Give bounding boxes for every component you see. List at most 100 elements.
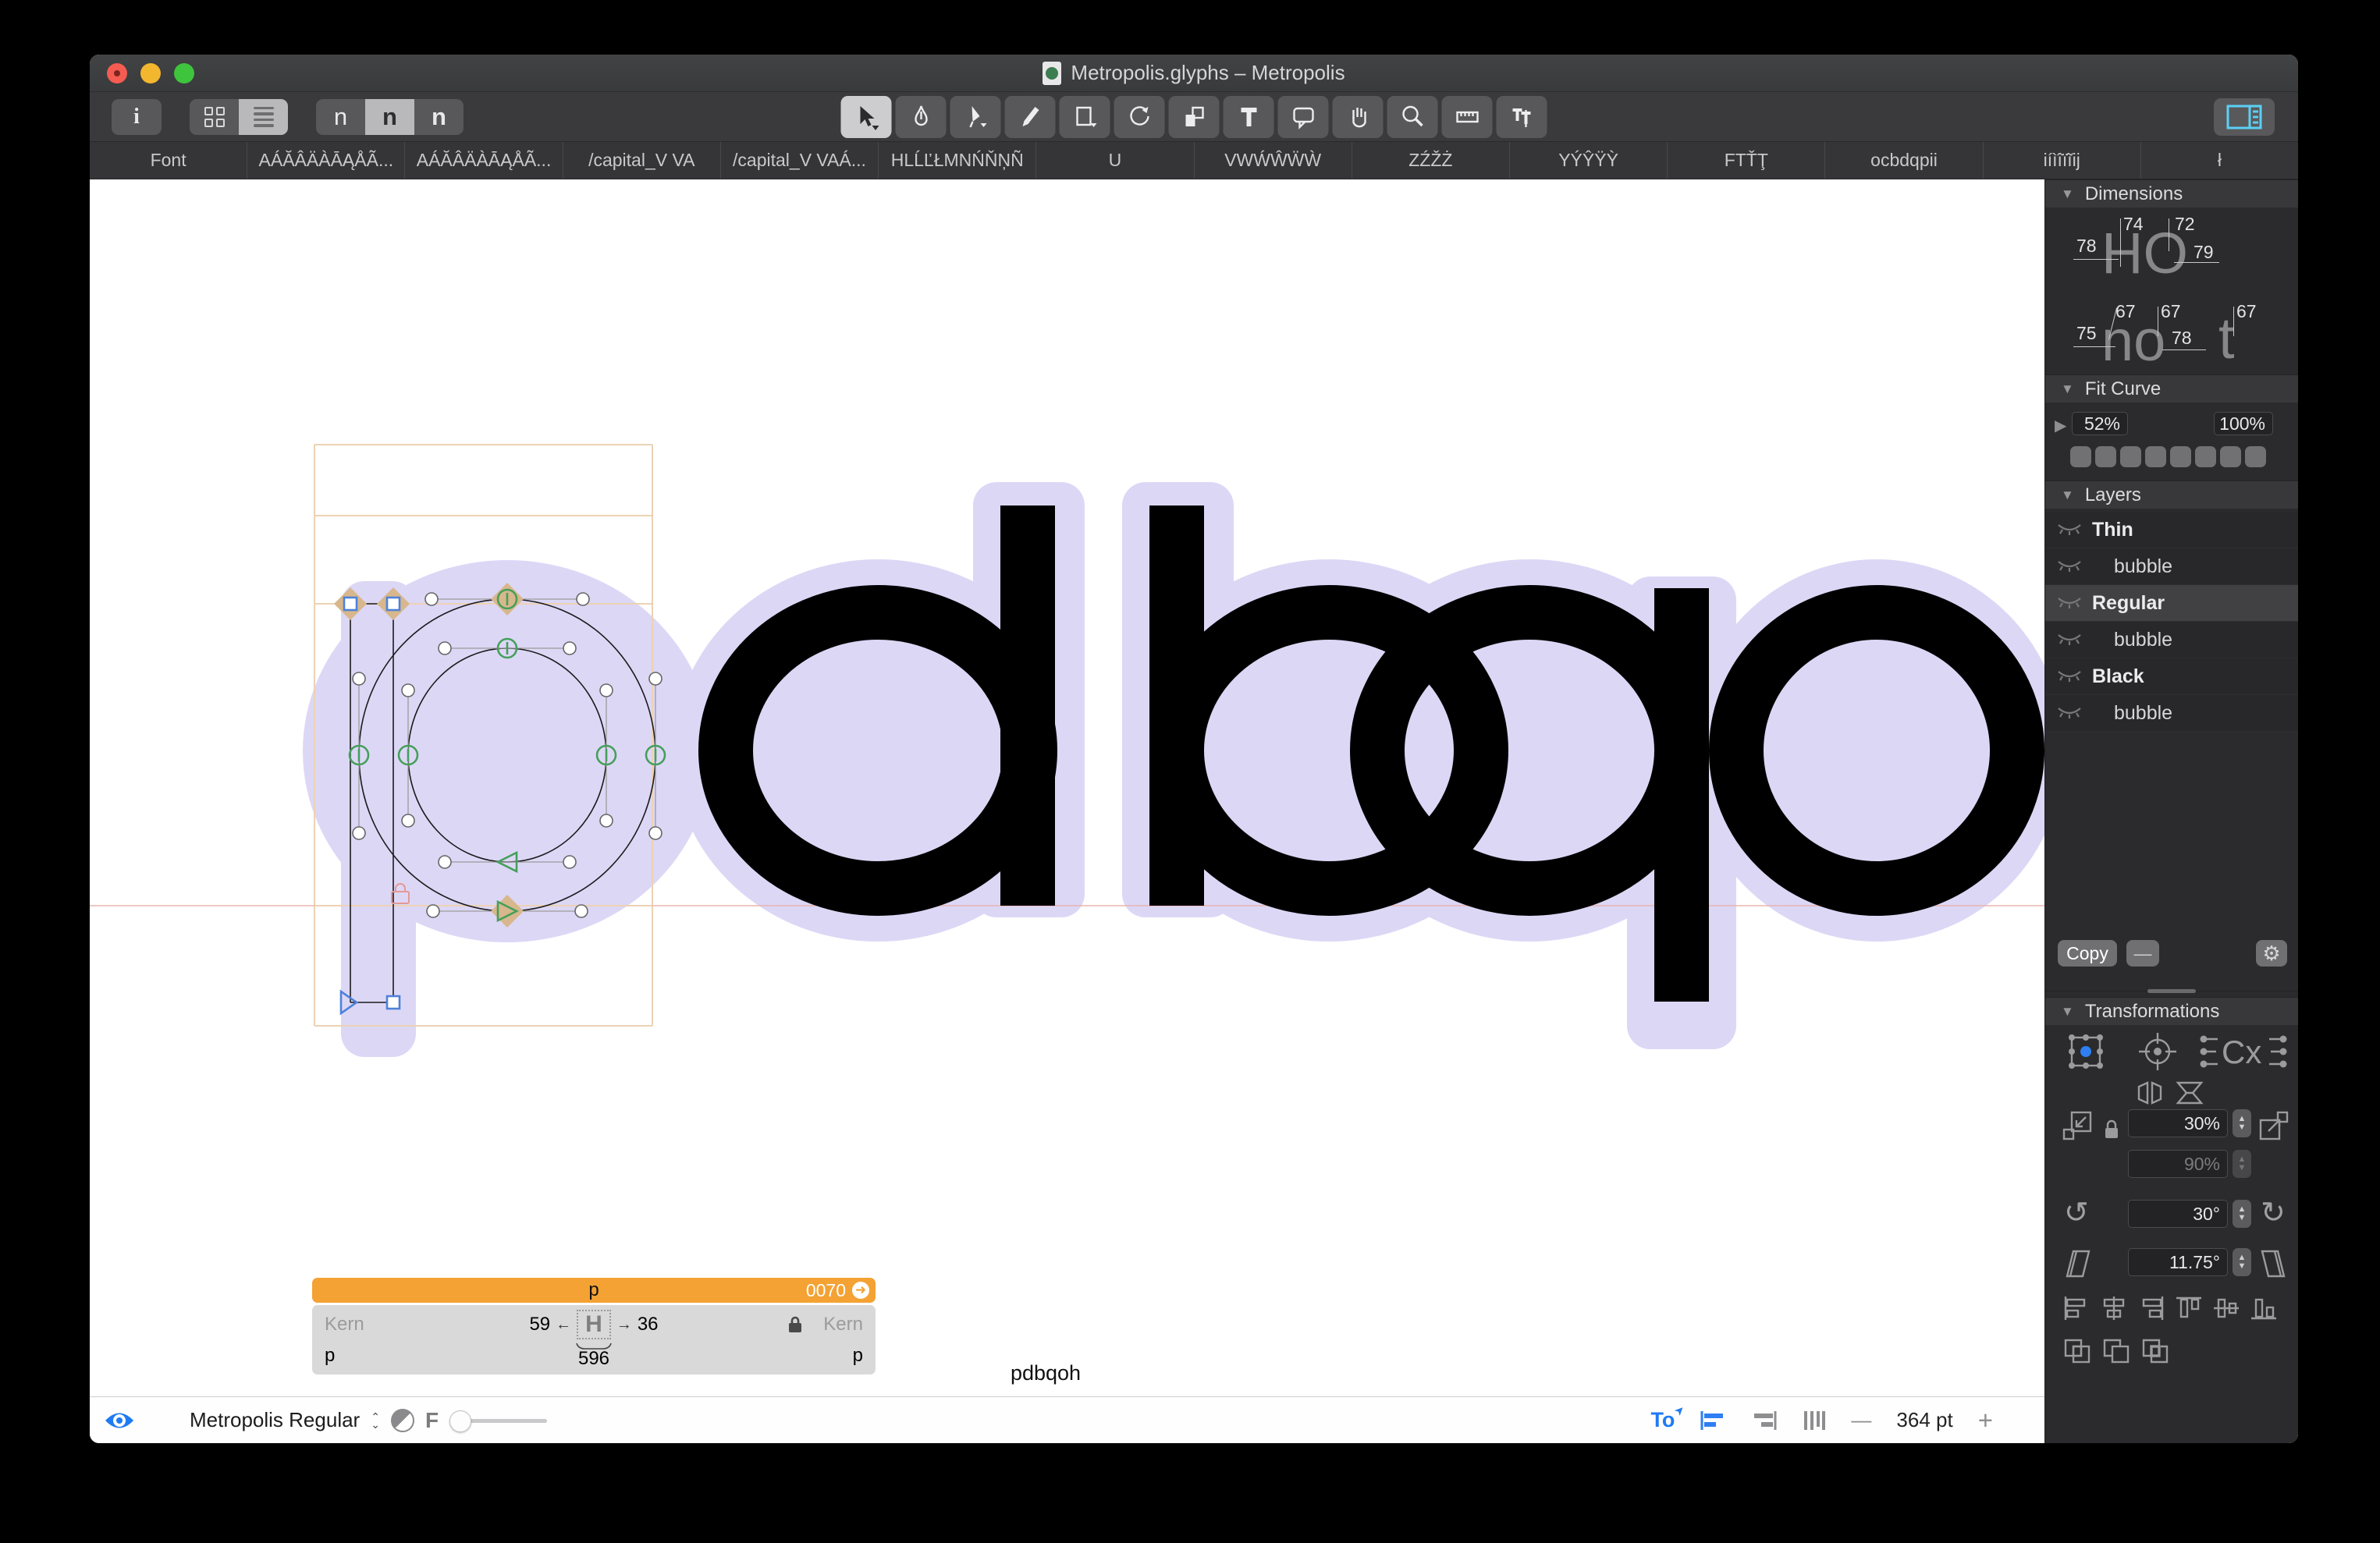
font-info-button[interactable]: i [112,99,162,135]
layer-settings-button[interactable]: ⚙ [2256,940,2287,967]
layer-row-bubble-thin[interactable]: bubble [2045,548,2298,585]
tab-i-diacritics[interactable]: iíìîïĩij [1984,142,2141,179]
disclosure-triangle-icon[interactable]: ▼ [2061,186,2074,202]
close-button[interactable] [107,63,127,83]
weight-thin-button[interactable]: n [316,99,365,135]
tab-capital-v-va[interactable]: /capital_V VA [563,142,721,179]
tab-hlmn[interactable]: HLĹĽŁMNŃŇŅÑ [879,142,1036,179]
scale-y-stepper[interactable]: ▲▼ [2233,1150,2251,1178]
tab-y[interactable]: YÝŶŸỲ [1510,142,1668,179]
fit-curve-step-button[interactable] [2220,446,2241,467]
tab-font[interactable]: Font [90,142,247,179]
path-union-button[interactable] [2062,1337,2092,1369]
annotation-tool-button[interactable] [1278,96,1329,138]
eye-closed-icon[interactable] [2056,519,2083,541]
align-top-edges-button[interactable] [2175,1295,2203,1325]
fit-curve-step-button[interactable] [2245,446,2266,467]
fit-curve-step-button[interactable] [2170,446,2191,467]
zoom-value[interactable]: 364 pt [1896,1408,1952,1432]
glyph-info-header[interactable]: p 0070 ➜ [312,1278,876,1303]
tab-vw[interactable]: VWẂŴẄẀ [1195,142,1352,179]
eye-closed-icon[interactable] [2056,555,2083,578]
tab-a-diacritics-1[interactable]: AÁĂÂÄÀĀĄÅÃ... [247,142,405,179]
align-center-horizontal-button[interactable] [2100,1295,2128,1325]
metrics-key-box[interactable]: H [577,1310,611,1339]
flipped-preview-icon[interactable]: F [425,1408,439,1433]
select-tool-button[interactable] [841,96,892,138]
glyph-edit-canvas[interactable]: p 0070 ➜ Kern 59 ← H → 36 [90,179,2044,1396]
rotate-ccw-button[interactable]: ↺ [2064,1198,2089,1228]
transform-background-cx-button[interactable]: Cx [2198,1031,2289,1076]
preview-size-slider[interactable] [449,1410,551,1431]
align-right-edges-button[interactable] [2137,1295,2165,1325]
advance-width-value[interactable]: 596 [578,1350,609,1368]
text-tool-button[interactable] [1224,96,1274,138]
transform-origin-bbox-button[interactable] [2066,1031,2106,1076]
path-subtract-button[interactable] [2101,1337,2131,1369]
rotate-cw-button[interactable]: ↻ [2261,1198,2286,1228]
fit-curve-header[interactable]: ▼ Fit Curve [2045,374,2298,403]
scale-lock-icon[interactable] [2103,1119,2120,1144]
zoom-tool-button[interactable] [1387,96,1438,138]
layers-header[interactable]: ▼ Layers [2045,481,2298,509]
weight-black-button[interactable]: n [414,99,464,135]
scale-down-button[interactable] [2061,1109,2094,1146]
fit-curve-step-button[interactable] [2070,446,2091,467]
align-right-button[interactable] [1751,1410,1778,1431]
vertical-layout-button[interactable] [1803,1410,1826,1431]
pencil-tool-button[interactable] [1005,96,1056,138]
fit-curve-apply-icon[interactable]: ▶ [2055,416,2066,435]
eye-closed-icon[interactable] [2056,702,2083,725]
scale-tool-button[interactable] [1169,96,1220,138]
layer-row-bubble-regular[interactable]: bubble [2045,622,2298,658]
list-view-button[interactable] [239,99,288,135]
measure-tool-button[interactable] [1442,96,1493,138]
fit-curve-step-button[interactable] [2145,446,2166,467]
transformations-header[interactable]: ▼ Transformations [2045,997,2298,1025]
disclosure-triangle-icon[interactable]: ▼ [2061,381,2074,397]
transform-origin-reference-button[interactable] [2137,1031,2178,1076]
primitives-tool-button[interactable] [1060,96,1110,138]
left-sidebearing-value[interactable]: 59 [529,1314,550,1335]
align-left-edges-button[interactable] [2062,1295,2090,1325]
eye-closed-icon[interactable] [2056,629,2083,651]
fit-curve-max-field[interactable]: 100% [2214,412,2273,435]
scale-x-stepper[interactable]: ▲▼ [2233,1109,2251,1137]
rotate-tool-button[interactable] [1114,96,1165,138]
scale-y-field[interactable]: 90% [2128,1150,2228,1178]
tab-z[interactable]: ZŹŽŻ [1352,142,1510,179]
slant-stepper[interactable]: ▲▼ [2233,1248,2251,1276]
tab-capital-v-vaa[interactable]: /capital_V VAÁ... [721,142,879,179]
eye-closed-icon[interactable] [2056,665,2083,688]
copy-layer-button[interactable]: Copy [2058,940,2117,967]
flip-horizontal-button[interactable] [2136,1080,2164,1110]
align-bottom-edges-button[interactable] [2250,1295,2278,1325]
eye-closed-icon[interactable] [2056,592,2083,615]
fit-curve-step-button[interactable] [2195,446,2216,467]
zoom-button[interactable] [174,63,194,83]
tab-ocbdqpii[interactable]: ocbdqpii [1825,142,1983,179]
tab-ft[interactable]: FTŤŢ [1668,142,1825,179]
weight-regular-button[interactable]: n [365,99,414,135]
draw-tool-button[interactable] [896,96,947,138]
tab-u[interactable]: U [1036,142,1194,179]
rotation-field[interactable]: 30° [2128,1200,2228,1228]
scale-x-field[interactable]: 30% [2128,1109,2228,1137]
remove-layer-button[interactable]: — [2126,940,2159,967]
lock-icon[interactable] [787,1315,803,1334]
unicode-badge-icon[interactable]: ➜ [852,1282,869,1299]
align-left-button[interactable] [1700,1410,1726,1431]
scale-up-button[interactable] [2257,1109,2290,1146]
disclosure-triangle-icon[interactable]: ▼ [2061,1004,2074,1020]
minimize-button[interactable] [140,63,161,83]
layer-row-thin[interactable]: Thin [2045,512,2298,548]
rotation-stepper[interactable]: ▲▼ [2233,1200,2251,1228]
instance-stepper[interactable]: ⌃⌄ [371,1413,380,1428]
slant-right-button[interactable] [2257,1248,2289,1283]
layer-row-black[interactable]: Black [2045,658,2298,695]
dimensions-header[interactable]: ▼ Dimensions [2045,179,2298,208]
instance-selector[interactable]: Metropolis Regular [190,1408,360,1432]
layer-row-regular[interactable]: Regular [2045,585,2298,622]
slider-knob[interactable] [449,1410,471,1432]
right-sidebearing-value[interactable]: 36 [638,1314,659,1335]
